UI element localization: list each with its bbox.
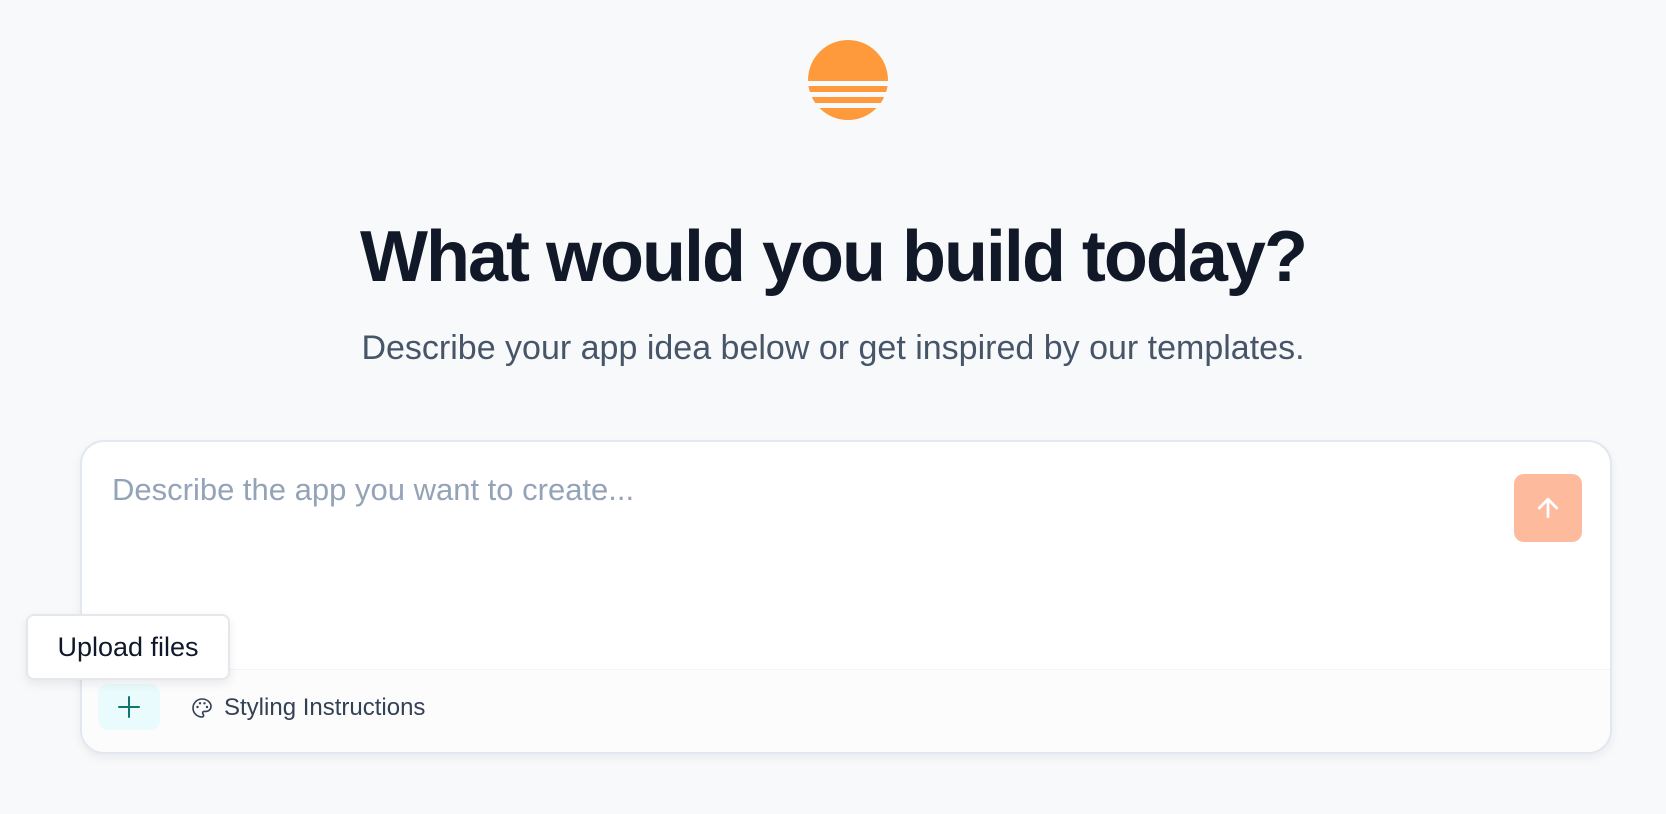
arrow-up-icon [1537,497,1559,519]
page-subtitle: Describe your app idea below or get insp… [361,329,1305,367]
prompt-composer: Styling Instructions [80,440,1612,754]
send-button[interactable] [1514,474,1582,542]
page-title: What would you build today? [360,217,1308,297]
plus-icon [118,696,140,718]
styling-instructions-label: Styling Instructions [224,694,426,721]
palette-icon [192,698,212,718]
composer-toolbar: Styling Instructions [82,669,1610,752]
upload-files-tooltip: Upload files [26,614,230,680]
brand-logo [808,40,888,120]
app-description-input[interactable] [112,470,1472,620]
upload-files-button[interactable] [98,684,160,730]
styling-instructions-button[interactable]: Styling Instructions [190,692,425,724]
sun-horizon-logo-icon [808,40,888,120]
